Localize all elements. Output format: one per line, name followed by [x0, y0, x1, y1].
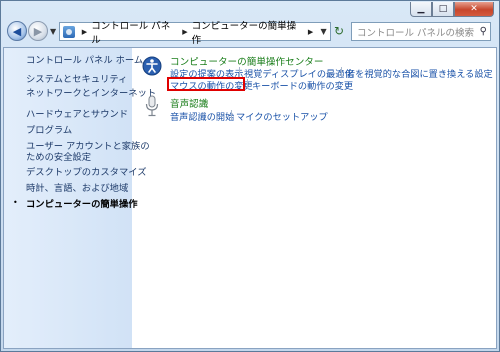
sidebar-item-home[interactable]: コントロール パネル ホーム [26, 55, 143, 66]
breadcrumb-ease-of-access[interactable]: コンピューターの簡単操作 [192, 18, 304, 46]
sidebar-item-clock-language[interactable]: 時計、言語、および地域 [26, 183, 128, 194]
link-separator [341, 67, 342, 77]
chevron-right-icon[interactable]: ▶ [182, 28, 187, 36]
content-area: コントロール パネル ホーム システムとセキュリティ ネットワークとインターネッ… [3, 47, 497, 349]
search-placeholder: コントロール パネルの検索 [357, 27, 475, 39]
sidebar-item-programs[interactable]: プログラム [26, 125, 72, 136]
sidebar: コントロール パネル ホーム システムとセキュリティ ネットワークとインターネッ… [4, 48, 156, 348]
search-input[interactable]: コントロール パネルの検索 ⚲ [351, 22, 491, 41]
link-separator [247, 79, 248, 89]
magnifier-icon[interactable]: ⚲ [480, 26, 487, 37]
link-change-keyboard[interactable]: キーボードの動作の変更 [252, 78, 353, 92]
highlight-box [167, 77, 245, 91]
sidebar-item-appearance[interactable]: デスクトップのカスタマイズ [26, 167, 147, 178]
current-item-bullet: • [13, 198, 18, 207]
link-visual-cues[interactable]: 音を視覚的な合図に置き換える設定 [346, 66, 493, 80]
ease-of-access-icon[interactable] [142, 56, 162, 76]
sidebar-item-hardware-sound[interactable]: ハードウェアとサウンド [26, 109, 128, 120]
breadcrumb-control-panel[interactable]: コントロール パネル [91, 18, 178, 46]
control-panel-icon [63, 25, 75, 38]
link-start-speech[interactable]: 音声認識の開始 [170, 109, 234, 123]
maximize-button[interactable]: □ [432, 2, 454, 17]
chevron-right-icon[interactable]: ▶ [82, 28, 87, 36]
forward-arrow-icon[interactable]: ▶ [28, 21, 48, 41]
refresh-icon[interactable]: ↻ [334, 24, 344, 38]
control-panel-window: ▁ □ ✕ ◀ ▶ ▼ ▶ コントロール パネル ▶ コンピューターの簡単操作 … [0, 0, 500, 352]
caption-buttons: ▁ □ ✕ [410, 2, 494, 17]
main-pane: コンピューターの簡単操作センター 設定の提案の表示 視覚ディスプレイの最適化 音… [132, 48, 496, 348]
link-separator [231, 110, 232, 120]
navigation-bar: ◀ ▶ ▼ ▶ コントロール パネル ▶ コンピューターの簡単操作 ▶ ▼ ↻ … [1, 19, 499, 46]
sidebar-item-system-security[interactable]: システムとセキュリティ [26, 74, 127, 85]
recent-pages-dropdown-icon[interactable]: ▼ [50, 27, 56, 36]
link-separator [239, 67, 240, 77]
close-button[interactable]: ✕ [454, 2, 494, 17]
microphone-icon[interactable] [144, 95, 160, 117]
link-setup-microphone[interactable]: マイクのセットアップ [236, 109, 328, 123]
address-bar[interactable]: ▶ コントロール パネル ▶ コンピューターの簡単操作 ▶ ▼ [59, 21, 331, 46]
category-title-speech[interactable]: 音声認識 [170, 96, 208, 110]
minimize-button[interactable]: ▁ [410, 2, 432, 17]
address-dropdown-icon[interactable]: ▼ [317, 27, 330, 36]
back-arrow-icon[interactable]: ◀ [7, 21, 27, 41]
chevron-right-icon[interactable]: ▶ [308, 28, 313, 36]
sidebar-item-user-accounts-line2[interactable]: ための安全設定 [26, 152, 91, 163]
sidebar-item-ease-of-access[interactable]: コンピューターの簡単操作 [26, 199, 138, 210]
